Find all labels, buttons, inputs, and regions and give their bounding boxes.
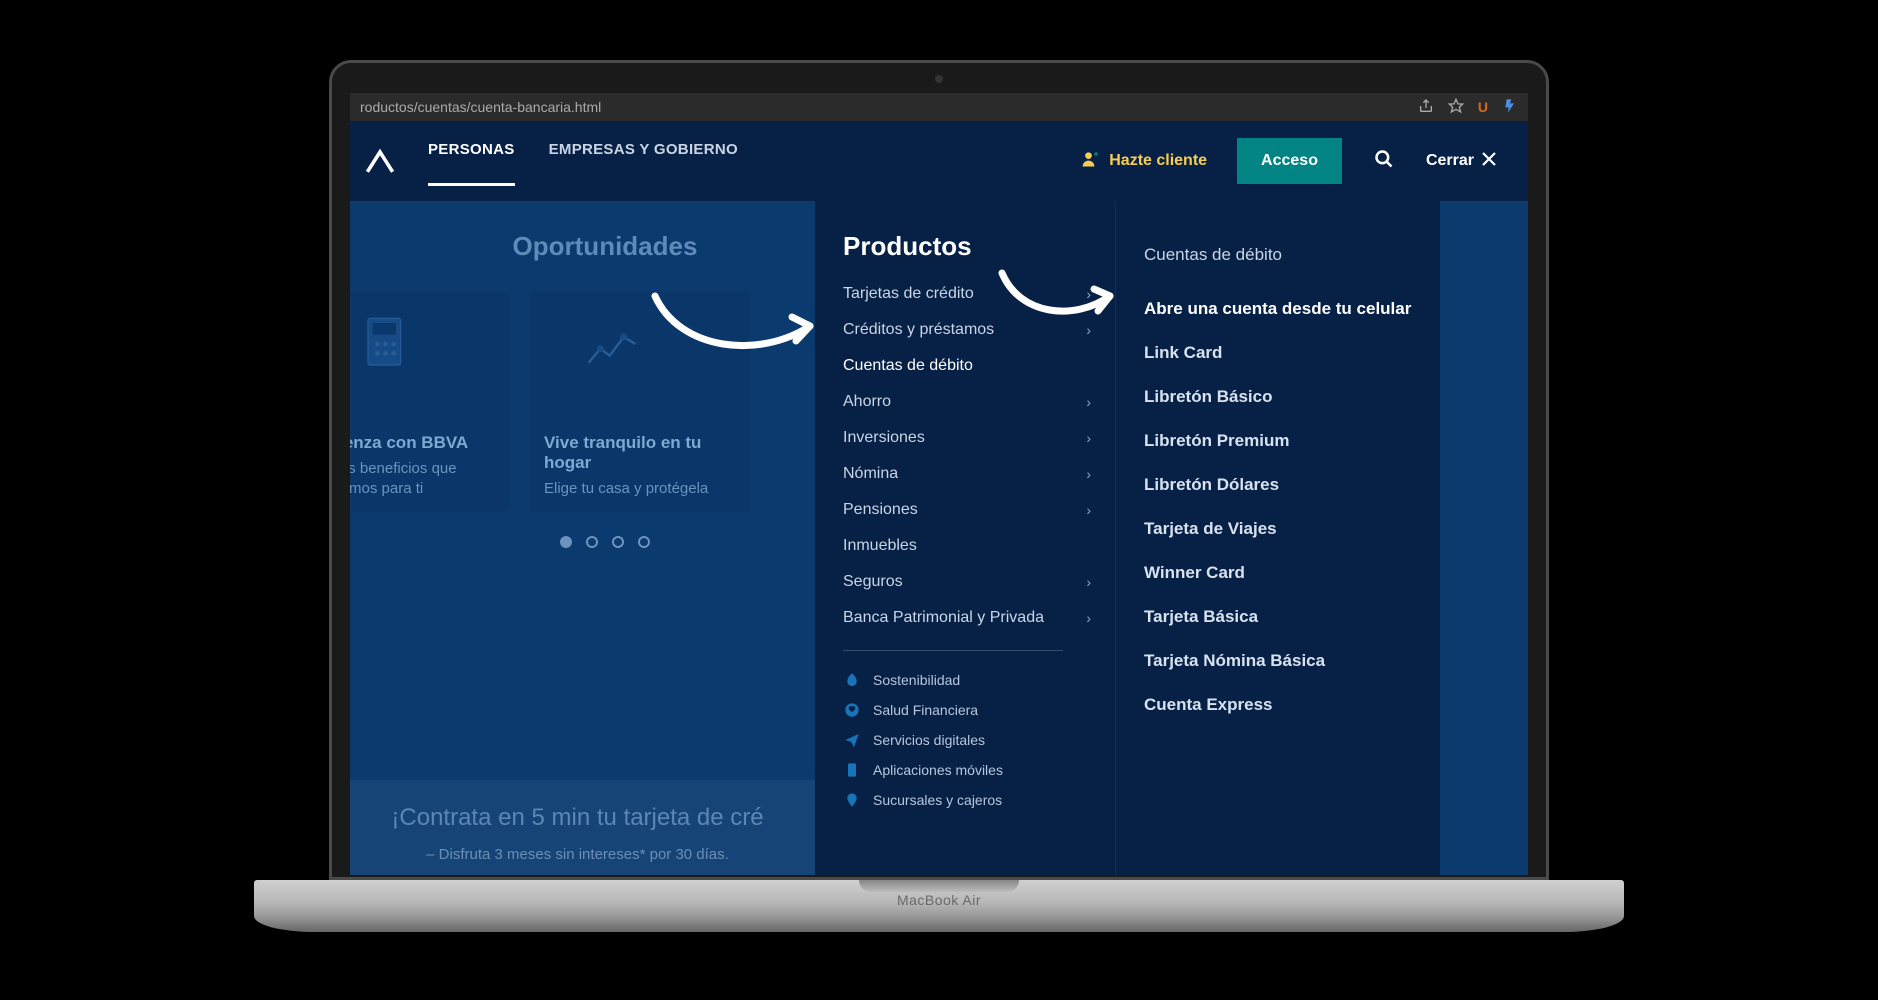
menu-item-ahorro[interactable]: Ahorro›	[843, 384, 1091, 420]
leaf-icon	[843, 671, 861, 689]
nav-tab-personas[interactable]: PERSONAS	[428, 141, 515, 182]
access-button[interactable]: Acceso	[1237, 138, 1342, 184]
sub-item-libreton-basico[interactable]: Libretón Básico	[1144, 375, 1416, 419]
promo-bullet-1: – Disfruta 3 meses sin intereses* por 30…	[360, 846, 795, 863]
card1-title: mienza con BBVA	[350, 433, 496, 453]
extra-link-apps[interactable]: Aplicaciones móviles	[843, 755, 1091, 785]
menu-item-seguros[interactable]: Seguros›	[843, 564, 1091, 600]
share-icon[interactable]	[1418, 98, 1434, 117]
menu-divider	[843, 650, 1063, 651]
extension-badge-u[interactable]: U	[1478, 99, 1488, 115]
extra-link-salud[interactable]: Salud Financiera	[843, 695, 1091, 725]
heart-icon	[843, 701, 861, 719]
browser-icon-group: U	[1418, 98, 1518, 117]
camera-dot	[935, 75, 943, 83]
brand-logo-icon[interactable]	[360, 141, 400, 181]
sub-item-cuenta-express[interactable]: Cuenta Express	[1144, 683, 1416, 727]
chevron-right-icon: ›	[1086, 466, 1091, 482]
nav-tab-empresas[interactable]: EMPRESAS Y GOBIERNO	[549, 141, 738, 182]
promo-heading: ¡Contrata en 5 min tu tarjeta de cré	[360, 804, 795, 832]
user-plus-icon	[1081, 149, 1101, 174]
close-icon	[1480, 150, 1498, 173]
chevron-right-icon: ›	[1086, 322, 1091, 338]
laptop-base: MacBook Air	[254, 880, 1624, 940]
device-label: MacBook Air	[897, 892, 981, 908]
extra-link-sostenibilidad[interactable]: Sostenibilidad	[843, 665, 1091, 695]
menu-item-inmuebles[interactable]: Inmuebles	[843, 528, 1091, 564]
sub-item-tarjeta-basica[interactable]: Tarjeta Básica	[1144, 595, 1416, 639]
carousel-dots	[390, 536, 820, 548]
card2-title: Vive tranquilo en tu hogar	[544, 433, 736, 473]
menu-item-inversiones[interactable]: Inversiones›	[843, 420, 1091, 456]
menu-item-nomina[interactable]: Nómina›	[843, 456, 1091, 492]
screen: roductos/cuentas/cuenta-bancaria.html U	[350, 93, 1528, 875]
chevron-right-icon: ›	[1086, 430, 1091, 446]
become-client-label: Hazte cliente	[1109, 152, 1207, 170]
mobile-icon	[843, 761, 861, 779]
location-icon	[843, 791, 861, 809]
menu-item-creditos[interactable]: Créditos y préstamos›	[843, 312, 1091, 348]
calculator-icon	[364, 316, 414, 377]
carousel-dot-3[interactable]	[612, 536, 624, 548]
opportunity-card-1[interactable]: mienza con BBVA a los beneficios que ene…	[350, 292, 510, 512]
chevron-right-icon: ›	[1086, 610, 1091, 626]
chevron-right-icon: ›	[1086, 394, 1091, 410]
laptop-mockup: roductos/cuentas/cuenta-bancaria.html U	[254, 60, 1624, 940]
card1-line1: a los beneficios que	[350, 459, 496, 479]
menu-item-cuentas-debito[interactable]: Cuentas de débito	[843, 348, 1091, 384]
carousel-dot-2[interactable]	[586, 536, 598, 548]
menu-item-pensiones[interactable]: Pensiones›	[843, 492, 1091, 528]
sub-item-tarjeta-nomina[interactable]: Tarjeta Nómina Básica	[1144, 639, 1416, 683]
extra-link-servicios[interactable]: Servicios digitales	[843, 725, 1091, 755]
sub-item-abre-cuenta[interactable]: Abre una cuenta desde tu celular	[1144, 287, 1416, 331]
sub-item-tarjeta-viajes[interactable]: Tarjeta de Viajes	[1144, 507, 1416, 551]
chevron-right-icon: ›	[1086, 574, 1091, 590]
close-menu-button[interactable]: Cerrar	[1426, 150, 1498, 173]
body-area: Oportunidades mienza con BBVA a los bene…	[350, 201, 1528, 875]
lightning-icon[interactable]	[1502, 98, 1518, 117]
products-menu: Productos Tarjetas de crédito› Créditos …	[815, 201, 1115, 875]
star-icon[interactable]	[1448, 98, 1464, 117]
url-fragment: roductos/cuentas/cuenta-bancaria.html	[360, 99, 1418, 115]
menu-item-banca-patrimonial[interactable]: Banca Patrimonial y Privada›	[843, 600, 1091, 636]
products-menu-title: Productos	[843, 231, 1091, 262]
chevron-right-icon: ›	[1086, 502, 1091, 518]
chevron-right-icon: ›	[1086, 286, 1091, 302]
submenu-header[interactable]: Cuentas de débito	[1144, 245, 1416, 265]
sub-item-winner-card[interactable]: Winner Card	[1144, 551, 1416, 595]
close-label: Cerrar	[1426, 152, 1474, 170]
menu-item-tarjetas-credito[interactable]: Tarjetas de crédito›	[843, 276, 1091, 312]
carousel-dot-1[interactable]	[560, 536, 572, 548]
sub-item-libreton-dolares[interactable]: Libretón Dólares	[1144, 463, 1416, 507]
carousel-dot-4[interactable]	[638, 536, 650, 548]
house-chart-icon	[584, 316, 640, 377]
opportunities-title: Oportunidades	[390, 231, 820, 262]
send-icon	[843, 731, 861, 749]
card2-line: Elige tu casa y protégela	[544, 479, 736, 499]
card1-line2: enemos para ti	[350, 479, 496, 499]
trackpad-notch	[859, 880, 1019, 892]
become-client-link[interactable]: Hazte cliente	[1081, 149, 1207, 174]
page-root: PERSONAS EMPRESAS Y GOBIERNO Hazte clien…	[350, 121, 1528, 875]
opportunity-card-2[interactable]: Vive tranquilo en tu hogar Elige tu casa…	[530, 292, 750, 512]
sub-item-libreton-premium[interactable]: Libretón Premium	[1144, 419, 1416, 463]
extra-link-sucursales[interactable]: Sucursales y cajeros	[843, 785, 1091, 815]
promo-strip: ¡Contrata en 5 min tu tarjeta de cré – D…	[350, 780, 815, 875]
debit-accounts-submenu: Cuentas de débito Abre una cuenta desde …	[1115, 201, 1440, 875]
screen-bezel: roductos/cuentas/cuenta-bancaria.html U	[329, 60, 1549, 880]
search-icon[interactable]	[1374, 149, 1394, 174]
top-nav: PERSONAS EMPRESAS Y GOBIERNO Hazte clien…	[350, 121, 1528, 201]
browser-toolbar: roductos/cuentas/cuenta-bancaria.html U	[350, 93, 1528, 121]
sub-item-link-card[interactable]: Link Card	[1144, 331, 1416, 375]
